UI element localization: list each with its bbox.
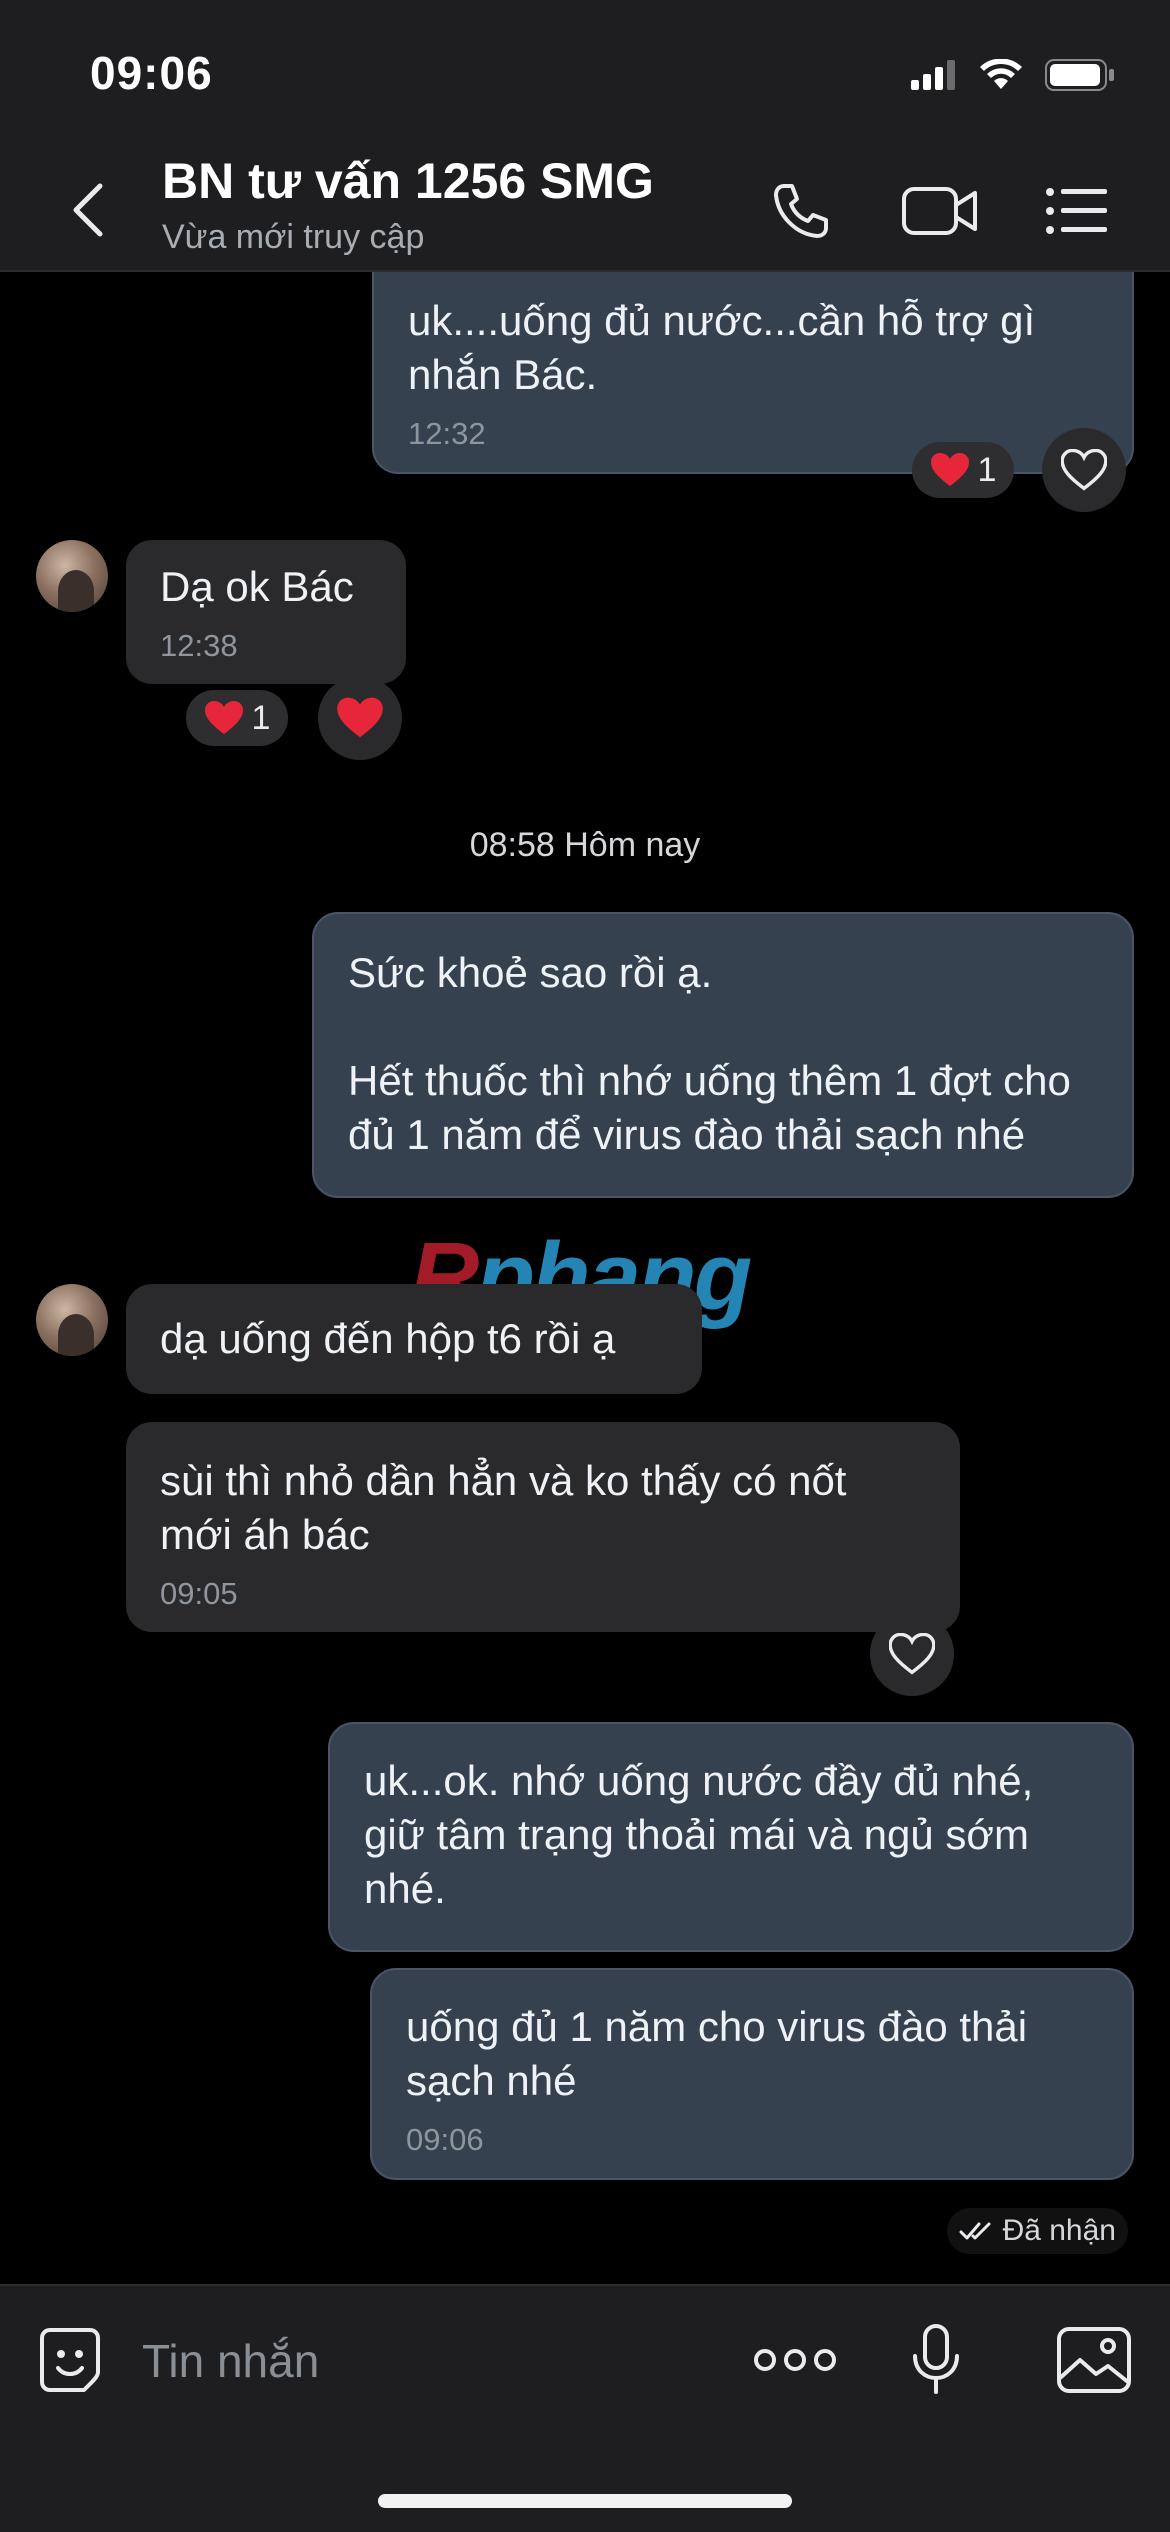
message-text: uk....uống đủ nước...cần hỗ trợ gì nhắn … bbox=[408, 297, 1047, 398]
message-bubble-outgoing[interactable]: uống đủ 1 năm cho virus đào thải sạch nh… bbox=[370, 1968, 1134, 2180]
home-indicator[interactable] bbox=[378, 2494, 792, 2508]
menu-button[interactable] bbox=[1040, 174, 1114, 248]
message-text: uống đủ 1 năm cho virus đào thải sạch nh… bbox=[406, 2003, 1039, 2104]
menu-list-icon bbox=[1046, 188, 1107, 234]
sticker-button[interactable] bbox=[30, 2320, 110, 2400]
double-check-icon bbox=[959, 2222, 991, 2240]
message-bubble-outgoing[interactable]: uk...ok. nhớ uống nước đầy đủ nhé, giữ t… bbox=[328, 1722, 1134, 1952]
status-icons bbox=[911, 55, 1115, 95]
message-text: Dạ ok Bác bbox=[160, 563, 354, 610]
more-horizontal-icon bbox=[754, 2349, 836, 2371]
video-call-icon bbox=[902, 187, 977, 235]
message-text: dạ uống đến hộp t6 rồi ạ bbox=[160, 1315, 616, 1362]
message-list[interactable]: uk....uống đủ nước...cần hỗ trợ gì nhắn … bbox=[0, 272, 1170, 2284]
message-bubble-incoming[interactable]: dạ uống đến hộp t6 rồi ạ bbox=[126, 1284, 702, 1394]
reaction-count: 1 bbox=[977, 450, 997, 489]
voice-message-button[interactable] bbox=[896, 2320, 976, 2400]
message-input[interactable] bbox=[142, 2326, 702, 2396]
heart-icon bbox=[337, 697, 383, 738]
phone-icon bbox=[774, 184, 828, 238]
message-bubble-incoming[interactable]: Dạ ok Bác 12:38 bbox=[126, 540, 406, 684]
reaction-summary[interactable]: 1 bbox=[186, 690, 288, 746]
reaction-summary[interactable]: 1 bbox=[912, 442, 1014, 498]
presence-status: Vừa mới truy cập bbox=[162, 218, 425, 256]
heart-outline-icon bbox=[889, 1633, 935, 1675]
heart-icon bbox=[930, 453, 969, 486]
signal-icon bbox=[911, 60, 955, 90]
delivery-status-text: Đã nhận bbox=[1002, 2214, 1116, 2247]
status-time: 09:06 bbox=[90, 47, 213, 99]
heart-outline-icon bbox=[1061, 449, 1107, 491]
avatar[interactable] bbox=[36, 1284, 108, 1356]
battery-icon bbox=[1045, 59, 1114, 91]
avatar[interactable] bbox=[36, 540, 108, 612]
status-bar: 09:06 bbox=[0, 0, 1170, 140]
message-bubble-incoming[interactable]: sùi thì nhỏ dần hẳn và ko thấy có nốt mớ… bbox=[126, 1422, 960, 1632]
microphone-icon bbox=[913, 2324, 959, 2394]
message-time: 09:06 bbox=[406, 2122, 484, 2157]
sticker-icon bbox=[40, 2328, 100, 2392]
more-options-button[interactable] bbox=[752, 2320, 838, 2400]
chat-header: BN tư vấn 1256 SMG Vừa mới truy cập bbox=[0, 140, 1170, 272]
back-button[interactable] bbox=[62, 180, 112, 240]
delivery-status: Đã nhận bbox=[946, 2208, 1128, 2254]
react-button[interactable] bbox=[318, 676, 402, 760]
message-time: 12:38 bbox=[160, 628, 238, 663]
message-time: 09:05 bbox=[160, 1576, 238, 1611]
react-button[interactable] bbox=[870, 1612, 954, 1696]
reaction-count: 1 bbox=[251, 698, 271, 737]
heart-icon bbox=[204, 701, 243, 734]
back-icon bbox=[73, 183, 103, 237]
video-call-button[interactable] bbox=[900, 174, 980, 248]
message-bubble-outgoing[interactable]: Sức khoẻ sao rồi ạ. Hết thuốc thì nhớ uố… bbox=[312, 912, 1134, 1198]
wifi-icon bbox=[980, 59, 1022, 89]
date-separator: 08:58 Hôm nay bbox=[469, 826, 701, 864]
conversation-title[interactable]: BN tư vấn 1256 SMG bbox=[162, 152, 654, 210]
image-picker-button[interactable] bbox=[1054, 2320, 1134, 2400]
voice-call-button[interactable] bbox=[764, 174, 838, 248]
image-icon bbox=[1057, 2327, 1131, 2393]
message-bubble-outgoing[interactable]: uk....uống đủ nước...cần hỗ trợ gì nhắn … bbox=[372, 272, 1134, 474]
message-text: Sức khoẻ sao rồi ạ. Hết thuốc thì nhớ uố… bbox=[348, 949, 1071, 1158]
react-button[interactable] bbox=[1042, 428, 1126, 512]
message-text: uk...ok. nhớ uống nước đầy đủ nhé, giữ t… bbox=[364, 1757, 1045, 1912]
composer bbox=[0, 2284, 1170, 2532]
message-text: sùi thì nhỏ dần hẳn và ko thấy có nốt mớ… bbox=[160, 1457, 859, 1558]
